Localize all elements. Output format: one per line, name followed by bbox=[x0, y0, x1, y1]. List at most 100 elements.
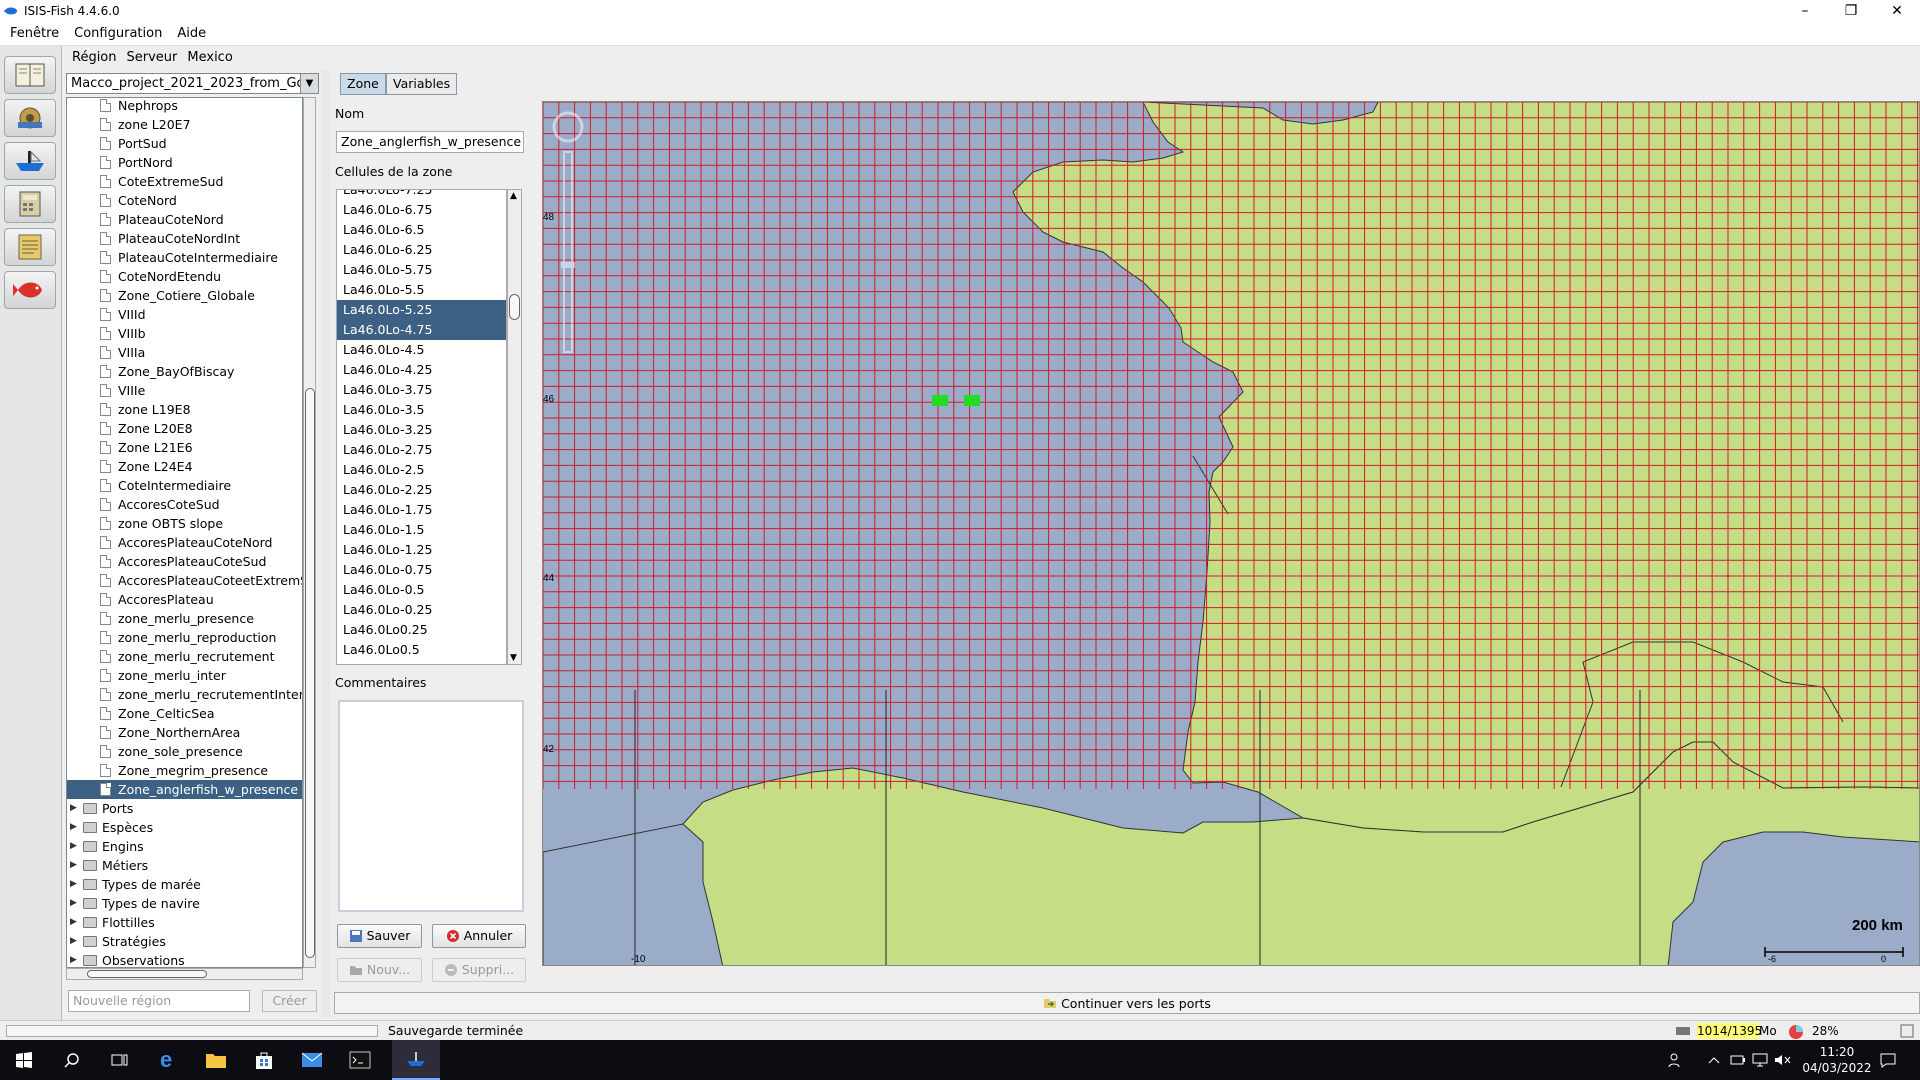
tree-zone-item[interactable]: Zone_BayOfBiscay bbox=[67, 362, 302, 381]
tree-zone-item[interactable]: PortNord bbox=[67, 153, 302, 172]
save-button[interactable]: Sauver bbox=[337, 924, 422, 948]
tree-zone-item[interactable]: CoteNordEtendu bbox=[67, 267, 302, 286]
tree-zone-item[interactable]: Zone_anglerfish_w_presence bbox=[67, 780, 302, 799]
scroll-thumb[interactable] bbox=[87, 970, 207, 978]
people-icon[interactable] bbox=[1668, 1040, 1684, 1080]
tree-zone-item[interactable]: Nephrops bbox=[67, 98, 302, 115]
menu-region[interactable]: Région bbox=[72, 50, 117, 65]
volume-muted-icon[interactable] bbox=[1774, 1040, 1792, 1080]
expand-arrow-icon[interactable]: ▶ bbox=[70, 951, 77, 967]
menu-aide[interactable]: Aide bbox=[172, 26, 211, 41]
tree-zone-item[interactable]: Zone_Cotiere_Globale bbox=[67, 286, 302, 305]
file-explorer-icon[interactable] bbox=[192, 1040, 240, 1080]
cell-list-item[interactable]: La46.0Lo-0.5 bbox=[337, 580, 506, 600]
selected-cell-2[interactable] bbox=[964, 395, 980, 406]
tree-zone-item[interactable]: zone_merlu_recrutementInter bbox=[67, 685, 302, 704]
scroll-thumb[interactable] bbox=[305, 388, 315, 958]
tree-folder-item[interactable]: ▶ Observations bbox=[67, 951, 302, 967]
cell-list-item[interactable]: La46.0Lo-6.75 bbox=[337, 200, 506, 220]
tree-zone-item[interactable]: PlateauCoteIntermediaire bbox=[67, 248, 302, 267]
tab-zone[interactable]: Zone bbox=[340, 73, 386, 95]
comments-textarea[interactable] bbox=[338, 700, 524, 912]
cell-list-item[interactable]: La46.0Lo-1.25 bbox=[337, 540, 506, 560]
gc-icon[interactable] bbox=[1900, 1024, 1914, 1038]
tree-zone-item[interactable]: zone_merlu_presence bbox=[67, 609, 302, 628]
tree-zone-item[interactable]: VIIIb bbox=[67, 324, 302, 343]
tree-zone-item[interactable]: zone_merlu_reproduction bbox=[67, 628, 302, 647]
cell-list-item[interactable]: La46.0Lo-4.75 bbox=[337, 320, 506, 340]
simulation-button[interactable] bbox=[4, 99, 56, 137]
expand-arrow-icon[interactable]: ▶ bbox=[70, 913, 77, 932]
zone-map[interactable]: 48 46 44 42 -10 -6 0 200 km bbox=[542, 101, 1920, 966]
calculator-button[interactable] bbox=[4, 185, 56, 223]
cell-list-item[interactable]: La46.0Lo-3.25 bbox=[337, 420, 506, 440]
tree-zone-item[interactable]: AccoresCoteSud bbox=[67, 495, 302, 514]
notifications-icon[interactable] bbox=[1880, 1040, 1896, 1080]
expand-arrow-icon[interactable]: ▶ bbox=[70, 818, 77, 837]
tree-zone-item[interactable]: zone L19E8 bbox=[67, 400, 302, 419]
tree-folder-item[interactable]: ▶ Stratégies bbox=[67, 932, 302, 951]
expand-arrow-icon[interactable]: ▶ bbox=[70, 875, 77, 894]
search-icon[interactable] bbox=[48, 1040, 96, 1080]
minimize-button[interactable]: – bbox=[1782, 0, 1828, 22]
cell-list-item[interactable]: La46.0Lo-6.25 bbox=[337, 240, 506, 260]
menu-configuration[interactable]: Configuration bbox=[69, 26, 167, 41]
cancel-button[interactable]: Annuler bbox=[432, 924, 526, 948]
tree-zone-item[interactable]: zone_merlu_inter bbox=[67, 666, 302, 685]
new-region-input[interactable]: Nouvelle région bbox=[68, 990, 250, 1012]
tree-folder-item[interactable]: ▶ Engins bbox=[67, 837, 302, 856]
tree-zone-item[interactable]: zone_sole_presence bbox=[67, 742, 302, 761]
cell-list-item[interactable]: La46.0Lo-3.5 bbox=[337, 400, 506, 420]
cell-list-item[interactable]: La46.0Lo-1.75 bbox=[337, 500, 506, 520]
mail-icon[interactable] bbox=[288, 1040, 336, 1080]
battery-icon[interactable] bbox=[1730, 1040, 1746, 1080]
cell-list-item[interactable]: La46.0Lo-2.25 bbox=[337, 480, 506, 500]
tree-zone-item[interactable]: PortSud bbox=[67, 134, 302, 153]
queue-button[interactable] bbox=[4, 142, 56, 180]
tree-zone-item[interactable]: VIIIe bbox=[67, 381, 302, 400]
tree-horizontal-scrollbar[interactable] bbox=[66, 968, 303, 980]
cells-scrollbar[interactable]: ▲ ▼ bbox=[507, 189, 522, 665]
task-view-icon[interactable] bbox=[96, 1040, 144, 1080]
cell-list-item[interactable]: La46.0Lo0.5 bbox=[337, 640, 506, 660]
nom-field[interactable]: Zone_anglerfish_w_presence bbox=[336, 131, 524, 153]
expand-arrow-icon[interactable]: ▶ bbox=[70, 932, 77, 951]
tree-zone-item[interactable]: zone_merlu_recrutement bbox=[67, 647, 302, 666]
splitter[interactable] bbox=[322, 70, 330, 1018]
scroll-down-icon[interactable]: ▼ bbox=[510, 653, 517, 663]
memory-usage[interactable]: 1014/1395 bbox=[1697, 1023, 1762, 1039]
tree-zone-item[interactable]: Zone L20E8 bbox=[67, 419, 302, 438]
cell-list-item[interactable]: La46.0Lo-4.25 bbox=[337, 360, 506, 380]
cell-list-item[interactable]: La46.0Lo-4.5 bbox=[337, 340, 506, 360]
cell-list-item[interactable]: La46.0Lo-2.75 bbox=[337, 440, 506, 460]
tree-folder-item[interactable]: ▶ Métiers bbox=[67, 856, 302, 875]
menu-mexico[interactable]: Mexico bbox=[187, 50, 232, 65]
sensitivity-button[interactable] bbox=[4, 271, 56, 309]
tree-zone-item[interactable]: Zone_CelticSea bbox=[67, 704, 302, 723]
scroll-thumb[interactable] bbox=[509, 294, 520, 320]
cell-list-item[interactable]: La46.0Lo0.25 bbox=[337, 620, 506, 640]
chevron-up-icon[interactable] bbox=[1708, 1040, 1720, 1080]
maximize-button[interactable]: ❐ bbox=[1828, 0, 1874, 22]
cells-list[interactable]: La46.0Lo-7.25 La46.0Lo-6.75 La46.0Lo-6.5 La… bbox=[336, 189, 507, 665]
terminal-icon[interactable] bbox=[336, 1040, 384, 1080]
start-icon[interactable] bbox=[0, 1040, 48, 1080]
tree-zone-item[interactable]: Zone_NorthernArea bbox=[67, 723, 302, 742]
tree-folder-item[interactable]: ▶ Ports bbox=[67, 799, 302, 818]
cell-list-item[interactable]: La46.0Lo-1.5 bbox=[337, 520, 506, 540]
cell-list-item[interactable]: La46.0Lo-3.75 bbox=[337, 380, 506, 400]
results-button[interactable] bbox=[4, 228, 56, 266]
project-select[interactable]: Macco_project_2021_2023_from_GdG... ▼ bbox=[66, 73, 319, 94]
cell-list-item[interactable]: La46.0Lo-5.25 bbox=[337, 300, 506, 320]
tree-zone-item[interactable]: VIIId bbox=[67, 305, 302, 324]
tree-zone-item[interactable]: AccoresPlateauCoteNord bbox=[67, 533, 302, 552]
close-button[interactable]: ✕ bbox=[1874, 0, 1920, 22]
new-button[interactable]: Nouv... bbox=[337, 958, 422, 982]
expand-arrow-icon[interactable]: ▶ bbox=[70, 894, 77, 913]
cell-list-item[interactable]: La46.0Lo-0.25 bbox=[337, 600, 506, 620]
menu-serveur[interactable]: Serveur bbox=[127, 50, 178, 65]
isis-fish-taskbar-icon[interactable] bbox=[392, 1040, 440, 1080]
tree-zone-item[interactable]: zone L20E7 bbox=[67, 115, 302, 134]
expand-arrow-icon[interactable]: ▶ bbox=[70, 856, 77, 875]
taskbar-clock[interactable]: 11:20 04/03/2022 bbox=[1800, 1044, 1874, 1076]
